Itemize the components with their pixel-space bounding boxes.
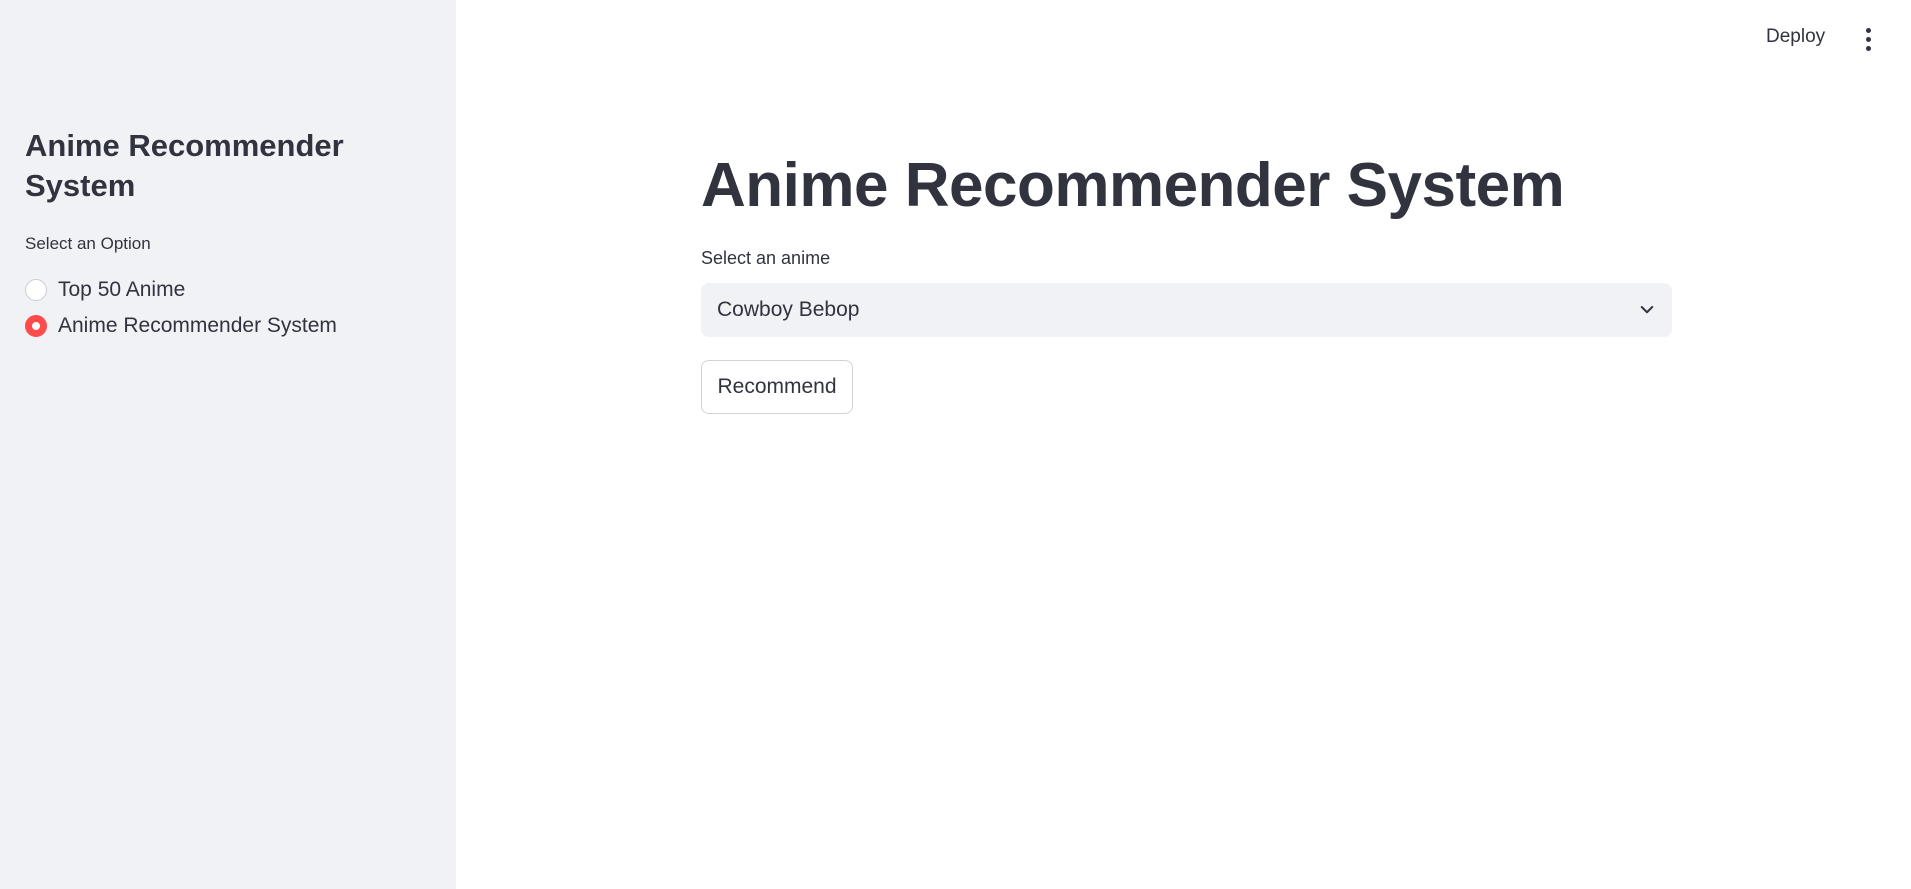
more-vertical-icon[interactable] <box>1856 24 1880 54</box>
menu-dot <box>1865 45 1871 51</box>
menu-dot <box>1865 36 1871 42</box>
recommend-button[interactable]: Recommend <box>701 360 853 414</box>
chevron-down-icon[interactable] <box>1638 301 1656 319</box>
radio-option-top-50-anime[interactable]: Top 50 Anime <box>25 272 337 308</box>
anime-select[interactable]: Cowboy Bebop <box>701 283 1672 337</box>
option-radio-group: Top 50 Anime Anime Recommender System <box>25 272 337 344</box>
deploy-button[interactable]: Deploy <box>1760 22 1831 52</box>
radio-group-label: Select an Option <box>25 234 151 253</box>
menu-dot <box>1865 27 1871 33</box>
radio-option-label: Anime Recommender System <box>58 314 337 337</box>
select-label: Select an anime <box>701 248 831 268</box>
radio-option-label: Top 50 Anime <box>58 278 186 301</box>
radio-unchecked-icon[interactable] <box>25 279 47 301</box>
sidebar: Anime Recommender System Select an Optio… <box>0 0 456 889</box>
sidebar-title: Anime Recommender System <box>25 128 344 203</box>
radio-option-anime-recommender-system[interactable]: Anime Recommender System <box>25 308 337 344</box>
page-title: Anime Recommender System <box>701 151 1565 220</box>
radio-checked-icon[interactable] <box>25 315 47 337</box>
select-value: Cowboy Bebop <box>717 298 860 321</box>
